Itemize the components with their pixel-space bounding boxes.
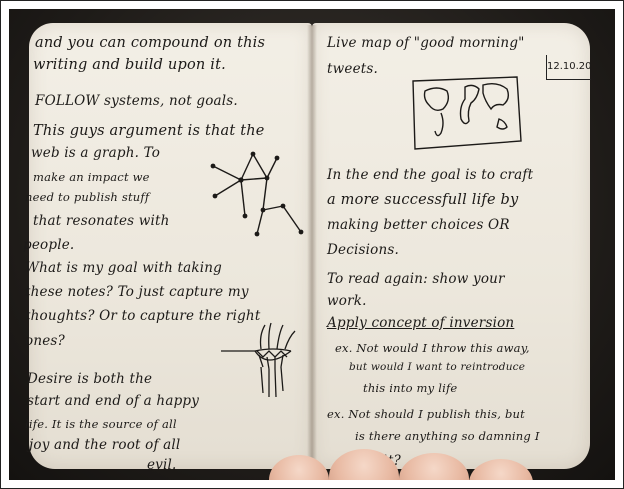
notebook-photo: and you can compound on this writing and… bbox=[9, 9, 615, 480]
right-line-3: In the end the goal is to craft bbox=[327, 167, 534, 183]
right-line-7: To read again: show your bbox=[327, 271, 505, 287]
left-line-1: and you can compound on this bbox=[35, 35, 266, 51]
left-line-11: these notes? To just capture my bbox=[25, 284, 249, 300]
left-line-13: ones? bbox=[25, 333, 65, 349]
right-line-12: this into my life bbox=[363, 381, 458, 395]
world-map-sketch bbox=[412, 76, 522, 150]
right-line-2: tweets. bbox=[327, 61, 379, 77]
right-line-13: ex. Not should I publish this, but bbox=[327, 407, 525, 421]
left-line-2: writing and build upon it. bbox=[33, 57, 226, 73]
right-line-9: Apply concept of inversion bbox=[327, 315, 515, 331]
left-line-6: make an impact we bbox=[33, 170, 150, 184]
left-line-5: web is a graph. To bbox=[31, 145, 161, 161]
right-line-14: is there anything so damning I bbox=[355, 429, 540, 443]
right-line-8: work. bbox=[327, 293, 367, 309]
left-line-8: that resonates with bbox=[33, 213, 170, 229]
graph-sketch bbox=[210, 151, 304, 237]
date-label: 12.10.20 bbox=[546, 55, 592, 80]
left-line-3: FOLLOW systems, not goals. bbox=[35, 93, 238, 109]
right-line-5: making better choices OR bbox=[327, 217, 510, 233]
left-line-18: evil. bbox=[147, 457, 177, 473]
left-line-15: start and end of a happy bbox=[27, 393, 200, 409]
right-line-11: but would I want to reintroduce bbox=[349, 361, 526, 373]
left-line-16: life. It is the source of all bbox=[25, 417, 177, 431]
tree-basket-sketch bbox=[221, 322, 296, 398]
fingers-holding-notebook bbox=[209, 447, 589, 480]
image-frame: and you can compound on this writing and… bbox=[0, 0, 624, 489]
left-line-7: need to publish stuff bbox=[25, 190, 150, 204]
left-line-4: This guys argument is that the bbox=[33, 123, 265, 139]
left-line-17: joy and the root of all bbox=[29, 437, 181, 453]
left-line-14: Desire is both the bbox=[27, 371, 153, 387]
right-line-1: Live map of "good morning" bbox=[327, 35, 525, 51]
left-line-9: people. bbox=[23, 237, 75, 253]
right-line-6: Decisions. bbox=[327, 242, 399, 258]
right-line-4: a more successfull life by bbox=[327, 192, 519, 208]
right-line-10: ex. Not would I throw this away, bbox=[335, 341, 530, 355]
left-line-10: What is my goal with taking bbox=[25, 260, 223, 276]
